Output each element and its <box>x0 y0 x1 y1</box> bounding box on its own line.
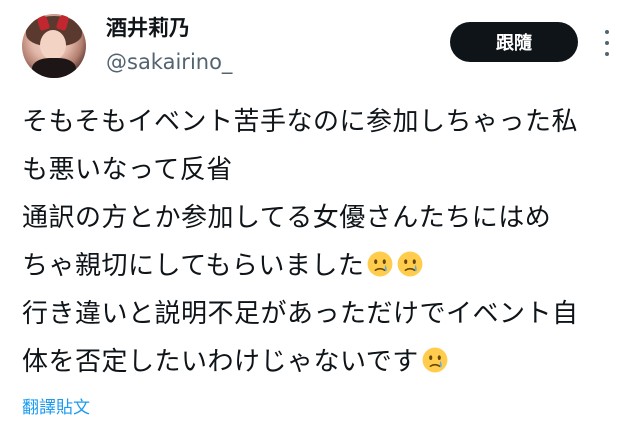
tweet-line-text: 通訳の方とか参加してる女優さんたちにはめ <box>22 203 552 233</box>
avatar-face <box>40 30 66 60</box>
display-name[interactable]: 酒井莉乃 <box>106 14 190 42</box>
tweet-card: 酒井莉乃 @sakairino_ 跟隨 そもそもイベント苦手なのに参加しちゃった… <box>0 0 640 441</box>
tweet-line: 通訳の方とか参加してる女優さんたちにはめ <box>22 194 622 242</box>
tweet-line: 体を否定したいわけじゃないです <box>22 338 622 386</box>
avatar[interactable] <box>22 14 86 78</box>
tweet-line: そもそもイベント苦手なのに参加しちゃった私 <box>22 98 622 146</box>
follow-button[interactable]: 跟隨 <box>450 22 578 62</box>
tweet-line-text: 体を否定したいわけじゃないです <box>22 347 419 377</box>
more-icon[interactable] <box>598 30 616 56</box>
tweet-text: そもそもイベント苦手なのに参加しちゃった私 も悪いなって反省 通訳の方とか参加し… <box>22 98 622 386</box>
tweet-line: ちゃ親切にしてもらいました <box>22 242 622 290</box>
more-dot <box>605 30 609 34</box>
tweet-line-text: そもそもイベント苦手なのに参加しちゃった私 <box>22 107 578 137</box>
tweet-line: 行き違いと説明不足があっただけでイベント自 <box>22 290 622 338</box>
tweet-line-text: ちゃ親切にしてもらいました <box>22 251 365 281</box>
more-dot <box>605 41 609 45</box>
user-handle[interactable]: @sakairino_ <box>106 48 232 76</box>
tweet-line: も悪いなって反省 <box>22 146 622 194</box>
face-holding-back-tears-icon <box>367 251 393 277</box>
face-holding-back-tears-icon <box>422 347 448 373</box>
more-dot <box>605 52 609 56</box>
avatar-body <box>32 58 76 78</box>
tweet-line-text: 行き違いと説明不足があっただけでイベント自 <box>22 299 579 329</box>
translate-post-link[interactable]: 翻譯貼文 <box>22 396 90 420</box>
face-holding-back-tears-icon <box>397 251 423 277</box>
tweet-line-text: も悪いなって反省 <box>22 155 233 185</box>
